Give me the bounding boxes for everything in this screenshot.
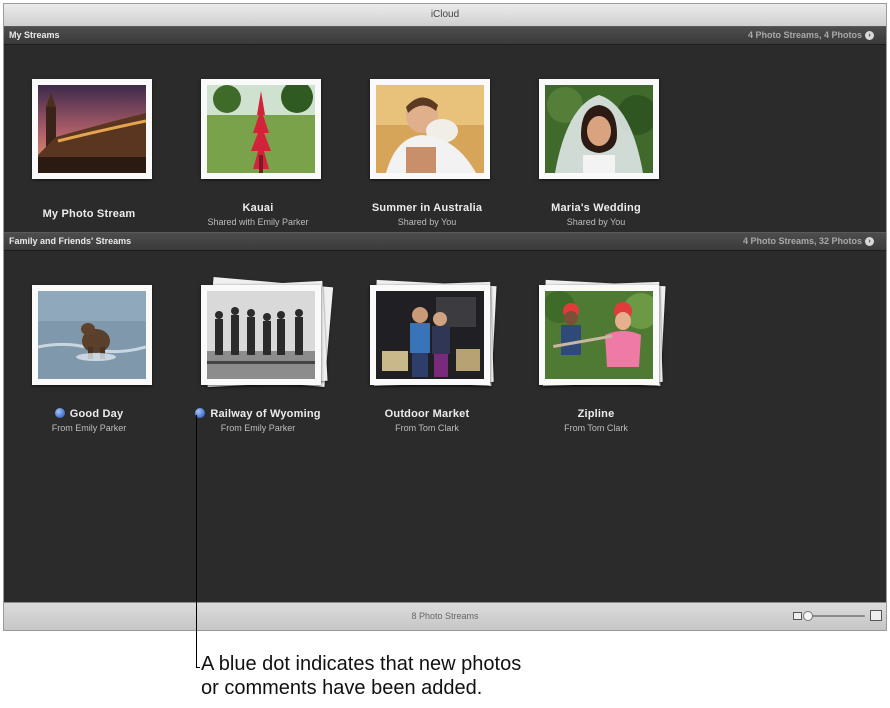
market-photo <box>376 291 484 379</box>
kauai-photo <box>207 85 315 173</box>
photo-thumbnail[interactable] <box>539 79 659 179</box>
stream-subtitle: From Tom Clark <box>395 423 459 433</box>
section-bar-family-streams: Family and Friends' Streams 4 Photo Stre… <box>4 232 886 251</box>
callout-line <box>196 415 197 667</box>
callout-line-2: or comments have been added. <box>201 677 483 699</box>
zoom-slider[interactable] <box>805 615 865 617</box>
photo-thumbnail[interactable] <box>32 285 152 385</box>
small-photo-icon[interactable] <box>793 612 802 620</box>
bear-photo <box>38 291 146 379</box>
callout-text: A blue dot indicates that new photos or … <box>201 652 601 700</box>
stream-subtitle: Shared with Emily Parker <box>207 217 309 227</box>
zoom-slider-knob[interactable] <box>803 611 813 621</box>
stream-subtitle: Shared by You <box>397 217 457 227</box>
stream-name: Zipline <box>577 408 615 420</box>
plaza-photo <box>38 85 146 173</box>
photo-thumbnail[interactable] <box>201 79 321 179</box>
stream-subtitle: Shared by You <box>566 217 626 227</box>
stream-name: Maria's Wedding <box>551 202 641 214</box>
status-bar: 8 Photo Streams <box>4 602 886 630</box>
callout-tick <box>196 667 200 668</box>
stream-subtitle: From Emily Parker <box>220 423 296 433</box>
section-summary-link[interactable]: 4 Photo Streams, 4 Photos <box>748 30 862 40</box>
summer-photo <box>376 85 484 173</box>
stream-name: Summer in Australia <box>371 202 483 214</box>
arrow-right-circle-icon[interactable]: › <box>865 237 874 246</box>
new-content-dot-icon <box>54 408 65 418</box>
photo-thumbnail[interactable] <box>32 79 152 179</box>
stream-name: Railway of Wyoming <box>173 408 343 420</box>
icloud-window: iCloud My Streams 4 Photo Streams, 4 Pho… <box>3 3 887 631</box>
section-bar-my-streams: My Streams 4 Photo Streams, 4 Photos › <box>4 26 886 45</box>
stream-name: My Photo Stream <box>42 208 136 220</box>
section-summary-link[interactable]: 4 Photo Streams, 32 Photos <box>743 236 862 246</box>
zipline-photo <box>545 291 653 379</box>
stream-name: Good Day <box>4 408 174 420</box>
photo-thumbnail[interactable] <box>201 285 321 385</box>
callout-line-1: A blue dot indicates that new photos <box>201 653 522 675</box>
window-title: iCloud <box>4 4 886 27</box>
stream-count: 8 Photo Streams <box>411 611 479 621</box>
arrow-right-circle-icon[interactable]: › <box>865 31 874 40</box>
wedding-photo <box>545 85 653 173</box>
stream-subtitle: From Tom Clark <box>564 423 628 433</box>
stream-name: Outdoor Market <box>384 408 470 420</box>
photo-thumbnail[interactable] <box>370 285 490 385</box>
large-photo-icon[interactable] <box>870 610 882 621</box>
section-title: Family and Friends' Streams <box>9 236 132 246</box>
photo-thumbnail[interactable] <box>370 79 490 179</box>
section-title: My Streams <box>9 30 60 40</box>
photo-thumbnail[interactable] <box>539 285 659 385</box>
stream-name: Kauai <box>242 202 274 214</box>
railway-photo <box>207 291 315 379</box>
stream-subtitle: From Emily Parker <box>51 423 127 433</box>
